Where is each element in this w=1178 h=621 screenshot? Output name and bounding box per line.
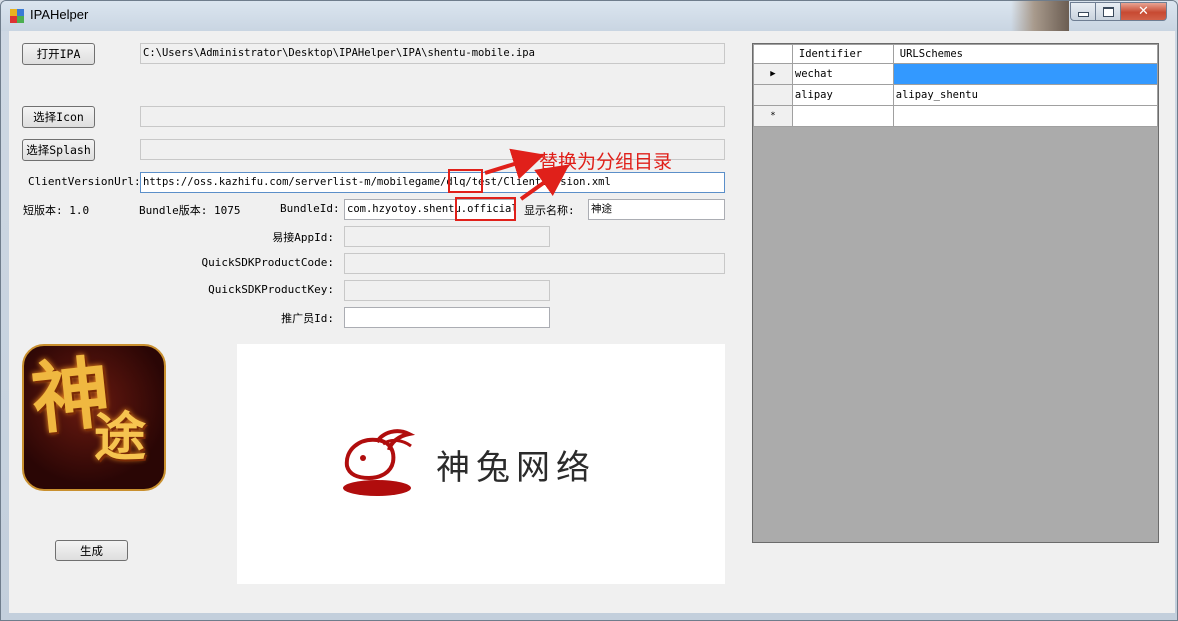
open-ipa-button[interactable]: 打开IPA — [22, 43, 95, 65]
column-header-urlschemes[interactable]: URLSchemes — [892, 44, 1159, 64]
select-splash-button[interactable]: 选择Splash — [22, 139, 95, 161]
annotation-text: 替换为分组目录 — [539, 151, 673, 173]
maximize-button[interactable] — [1095, 2, 1121, 21]
maximize-icon — [1102, 6, 1114, 17]
close-button[interactable]: ✕ — [1120, 2, 1167, 21]
row-header[interactable] — [753, 84, 793, 106]
bundle-version-label: Bundle版本: 1075 — [139, 204, 241, 217]
select-icon-button[interactable]: 选择Icon — [22, 106, 95, 128]
quicksdk-product-code-field[interactable] — [344, 253, 725, 274]
promoter-id-label: 推广员Id: — [281, 312, 334, 325]
url-schemes-table: Identifier URLSchemes ▶ wechat alipay al… — [753, 44, 1159, 127]
quicksdk-product-code-label: QuickSDKProductCode: — [201, 256, 334, 269]
row-header-current-icon[interactable]: ▶ — [753, 63, 793, 85]
splash-logo-text: 神兔网络 — [436, 448, 596, 488]
row-header-new-icon[interactable]: * — [753, 105, 793, 127]
identifier-cell[interactable] — [791, 105, 894, 127]
identifier-cell[interactable]: wechat — [791, 63, 894, 85]
url-schemes-grid[interactable]: Identifier URLSchemes ▶ wechat alipay al… — [752, 43, 1159, 543]
close-icon: ✕ — [1138, 4, 1149, 19]
icon-preview: 神 途 — [22, 344, 166, 491]
generate-button[interactable]: 生成 — [55, 540, 128, 561]
table-row[interactable]: ▶ wechat — [753, 63, 1159, 85]
rabbit-logo-icon — [343, 429, 416, 496]
grid-corner-cell[interactable] — [753, 44, 793, 64]
yijie-app-id-label: 易接AppId: — [272, 231, 334, 244]
minimize-button[interactable] — [1070, 2, 1096, 21]
window-title: IPAHelper — [30, 7, 89, 22]
title-decoration — [1011, 1, 1069, 31]
icon-path-field[interactable] — [140, 106, 725, 127]
column-header-identifier[interactable]: Identifier — [791, 44, 894, 64]
urlschemes-cell[interactable]: alipay_shentu — [892, 84, 1159, 106]
client-area: 打开IPA C:\Users\Administrator\Desktop\IPA… — [9, 31, 1175, 613]
splash-preview: 神兔网络 — [237, 344, 725, 584]
title-bar[interactable]: IPAHelper ✕ — [1, 1, 1177, 31]
display-name-field[interactable]: 神途 — [588, 199, 725, 220]
table-row-new[interactable]: * — [753, 105, 1159, 127]
main-window: IPAHelper ✕ 打开IPA C:\Users\Administrator… — [0, 0, 1178, 621]
client-version-url-label: ClientVersionUrl: — [28, 175, 141, 188]
icon-preview-glyph-2: 途 — [94, 407, 147, 468]
app-icon — [10, 9, 24, 23]
quicksdk-product-key-label: QuickSDKProductKey: — [208, 283, 334, 296]
promoter-id-field[interactable] — [344, 307, 550, 328]
grid-header-row: Identifier URLSchemes — [753, 44, 1159, 64]
test-highlight-box — [448, 169, 483, 193]
yijie-app-id-field[interactable] — [344, 226, 550, 247]
quicksdk-product-key-field[interactable] — [344, 280, 550, 301]
short-version-label: 短版本: 1.0 — [23, 204, 90, 217]
urlschemes-cell[interactable] — [892, 105, 1159, 127]
identifier-cell[interactable]: alipay — [791, 84, 894, 106]
urlschemes-cell[interactable] — [892, 63, 1159, 85]
minimize-icon — [1077, 12, 1089, 17]
bundle-id-label: BundleId: — [280, 202, 340, 215]
table-row[interactable]: alipay alipay_shentu — [753, 84, 1159, 106]
ipa-path-field[interactable]: C:\Users\Administrator\Desktop\IPAHelper… — [140, 43, 725, 64]
client-version-url-field[interactable]: https://oss.kazhifu.com/serverlist-m/mob… — [140, 172, 725, 193]
